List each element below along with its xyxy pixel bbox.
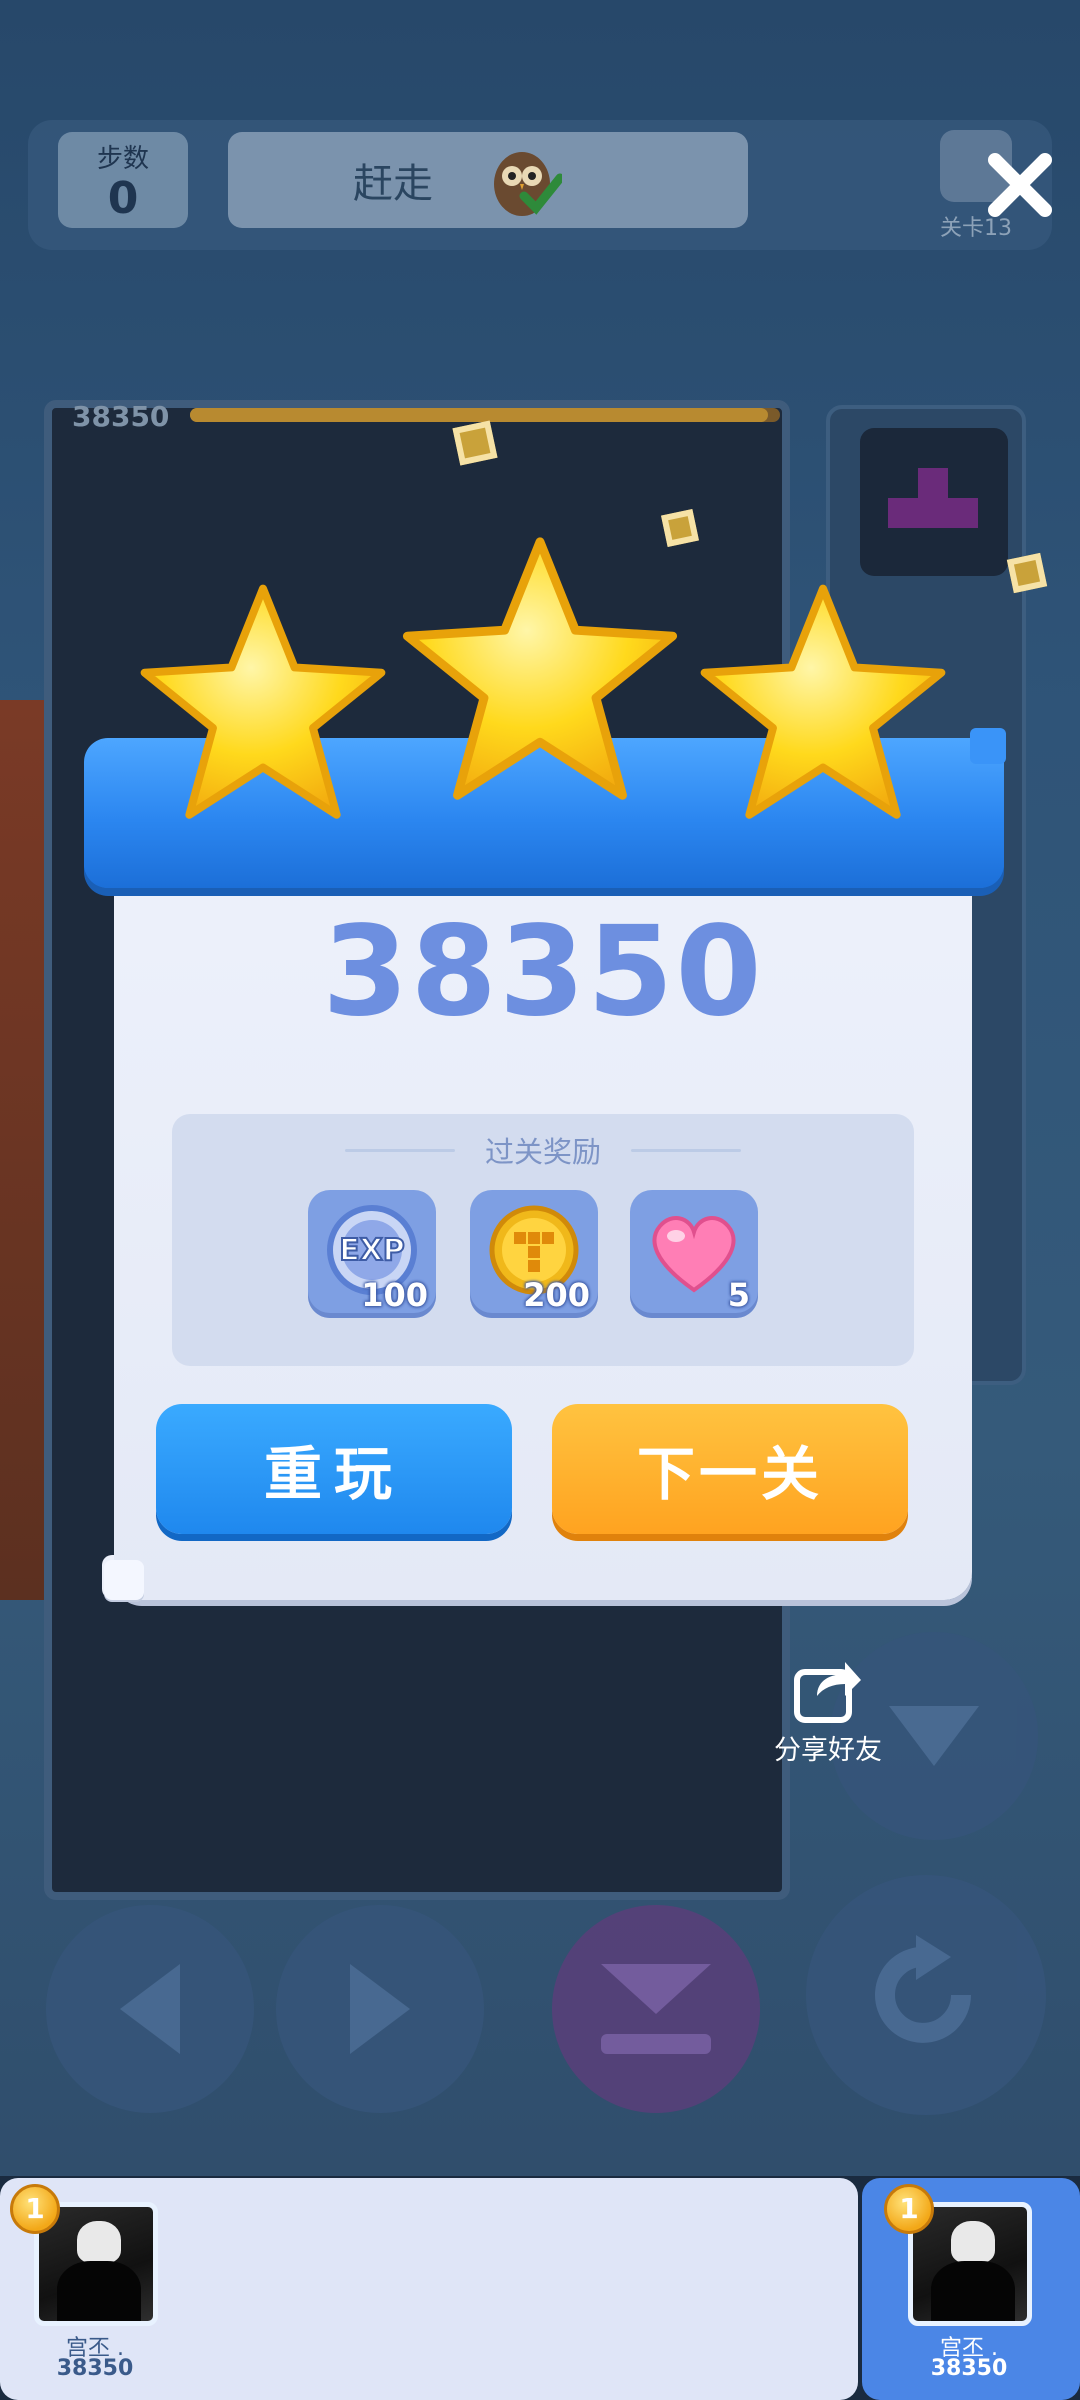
- move-right-button[interactable]: [276, 1905, 484, 2113]
- share-icon: [794, 1662, 861, 1723]
- score-progress-bar: [190, 408, 780, 422]
- divider: [344, 1148, 455, 1152]
- board-score: 38350: [72, 400, 170, 433]
- rotate-icon: [875, 1935, 971, 2043]
- star-icon: [140, 584, 386, 819]
- my-rank-entry[interactable]: 1 宫丕 . 38350: [862, 2178, 1080, 2400]
- heart-count: 5: [727, 1276, 750, 1314]
- popup-decoration-block: [104, 1560, 144, 1600]
- svg-text:EXP: EXP: [339, 1233, 405, 1268]
- hard-drop-button[interactable]: [552, 1905, 760, 2113]
- level-goal: 赶走: [228, 132, 748, 228]
- rewards-panel: 过关奖励 EXP 100 200 5: [172, 1114, 914, 1366]
- divider: [631, 1148, 741, 1152]
- ribbon-decoration-block: [970, 728, 1006, 764]
- left-arrow-icon: [120, 1964, 180, 2054]
- sparkle-decoration: [452, 420, 498, 466]
- share-label: 分享好友: [774, 1735, 882, 1766]
- rank-medal-icon: 1: [884, 2184, 934, 2234]
- final-score: 38350: [322, 900, 764, 1044]
- rewards-title: 过关奖励: [484, 1135, 601, 1169]
- down-arrow-icon: [889, 1706, 979, 1766]
- steps-value: 0: [107, 173, 139, 224]
- leaderboard-entry[interactable]: 1 宫丕 . 38350: [0, 2178, 858, 2400]
- rank-medal-icon: 1: [10, 2184, 60, 2234]
- goal-label: 赶走: [353, 161, 433, 207]
- coin-count: 200: [523, 1276, 590, 1314]
- drop-icon: [601, 1964, 711, 2054]
- steps-label: 步数: [96, 144, 149, 174]
- replay-button[interactable]: 重玩: [156, 1404, 512, 1534]
- move-left-button[interactable]: [46, 1905, 254, 2113]
- coin-reward: 200: [470, 1190, 598, 1318]
- t-piece-icon: [888, 468, 978, 528]
- close-button[interactable]: [985, 150, 1055, 220]
- sparkle-decoration: [661, 509, 699, 547]
- close-icon: [988, 153, 1052, 217]
- owl-check-icon: [494, 152, 562, 216]
- star-icon: [402, 537, 678, 800]
- score-progress-fill: [190, 408, 769, 422]
- steps-counter: 步数 0: [58, 132, 188, 228]
- rewards-header: 过关奖励: [172, 1130, 914, 1170]
- player-score: 38350: [930, 2356, 1008, 2381]
- heart-reward: 5: [630, 1190, 758, 1318]
- next-piece-preview: [860, 428, 1008, 576]
- exp-count: 100: [361, 1276, 428, 1314]
- star-icon: [700, 584, 946, 819]
- exp-reward: EXP 100: [308, 1190, 436, 1318]
- share-friends-button[interactable]: 分享好友: [768, 1652, 888, 1767]
- sparkle-decoration: [1006, 552, 1048, 594]
- next-level-button[interactable]: 下一关: [552, 1404, 908, 1534]
- rotate-button[interactable]: [806, 1875, 1046, 2115]
- player-score: 38350: [56, 2356, 134, 2381]
- right-arrow-icon: [350, 1964, 410, 2054]
